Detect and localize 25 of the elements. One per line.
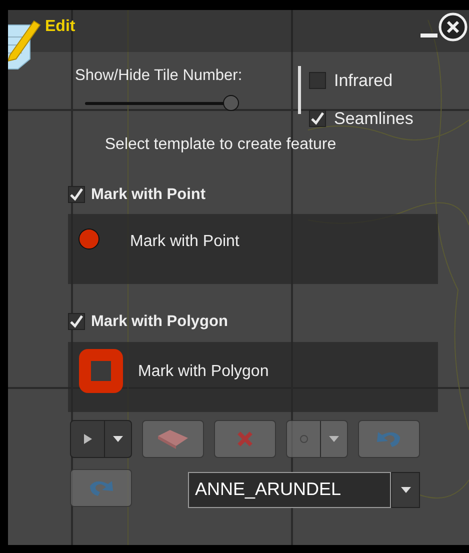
template-item[interactable]: Mark with Point (68, 214, 438, 284)
template-label: Mark with Point (130, 232, 240, 252)
caret-icon (328, 434, 340, 442)
group-title: Mark with Point (91, 185, 206, 205)
dropdown-button[interactable] (391, 472, 420, 508)
template-item[interactable]: Mark with Polygon (68, 342, 438, 412)
close-icon (236, 430, 254, 448)
caret-icon (400, 486, 412, 494)
checkbox[interactable] (68, 186, 85, 204)
group-title: Mark with Polygon (91, 312, 228, 332)
slider-label: Show/Hide Tile Number: (75, 66, 244, 86)
checkbox[interactable] (309, 110, 326, 127)
caret-icon (112, 434, 124, 442)
select-tool-button[interactable] (70, 420, 132, 458)
layer-label: Seamlines (334, 108, 414, 130)
window-title: Edit (45, 17, 76, 37)
point-icon (298, 434, 309, 444)
layer-label: Infrared (334, 70, 393, 92)
county-select[interactable]: ANNE_ARUNDEL (188, 472, 391, 508)
eraser-icon (156, 428, 190, 450)
checkbox[interactable] (309, 72, 326, 90)
instruction-text: Select template to create feature (104, 135, 338, 155)
checkbox[interactable] (68, 313, 85, 330)
template-label: Mark with Polygon (138, 362, 269, 382)
polygon-icon (78, 348, 124, 394)
